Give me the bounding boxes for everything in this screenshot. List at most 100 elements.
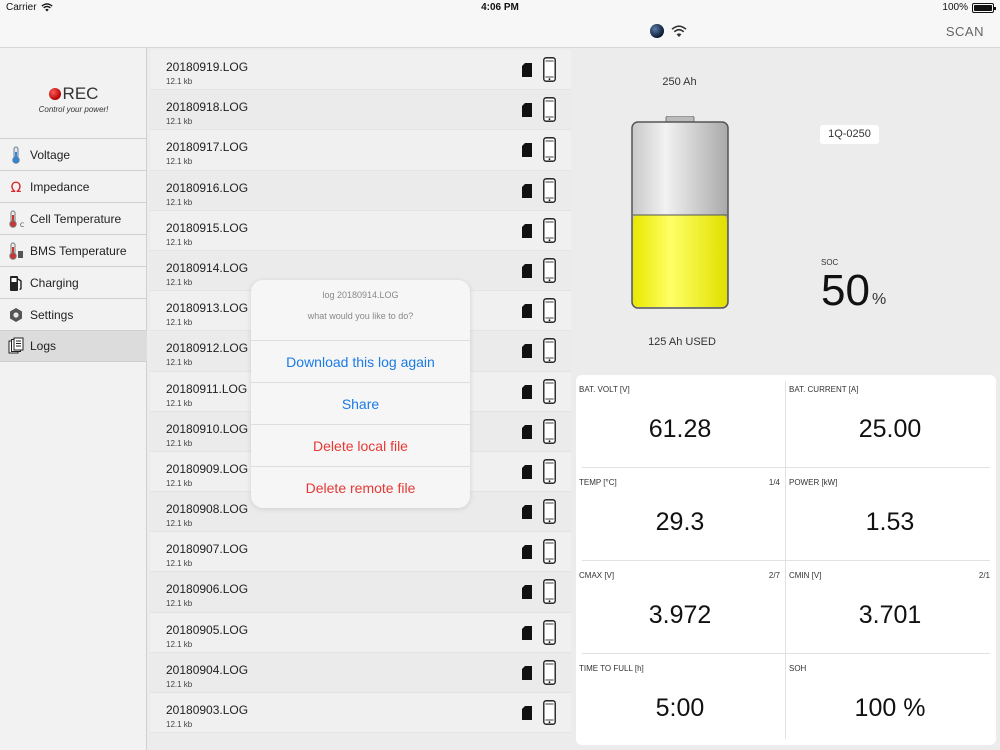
thermometer-bms-icon [8,242,24,260]
sidebar-item-cell-temperature[interactable]: C Cell Temperature [0,202,147,234]
log-file-row[interactable]: 20180906.LOG 12.1 kb [150,572,571,613]
rec-logo: REC Control your power! [0,84,147,134]
sd-card-icon [522,665,532,680]
battery-gauge [631,116,729,309]
log-file-size: 12.1 kb [166,720,193,729]
log-file-name: 20180916.LOG [166,180,249,195]
metric-label: CMAX [V] [579,571,615,580]
log-file-name: 20180914.LOG [166,260,249,275]
soc-value: 50 [821,266,870,315]
metric-power-kw: POWER [kW] 1.53 [786,468,994,560]
sd-card-icon [522,505,532,520]
log-file-size: 12.1 kb [166,639,193,649]
battery-panel: 250 Ah 125 Ah USED 1Q-0250 SOC 50 % [576,48,1000,373]
log-file-size: 12.1 kb [166,438,193,448]
log-file-row[interactable]: 20180907.LOG 12.1 kb [150,532,571,573]
log-file-row[interactable]: 20180917.LOG 12.1 kb [150,130,571,171]
sidebar-item-impedance[interactable]: Ω Impedance [0,170,147,202]
omega-icon: Ω [8,178,24,196]
phone-icon [543,338,556,364]
log-file-name: 20180918.LOG [166,100,249,115]
dialog-message: what would you like to do? [307,311,414,321]
logo-tagline: Control your power! [38,105,109,114]
sidebar-item-label: Logs [30,339,57,353]
log-file-name: 20180917.LOG [166,140,249,155]
log-file-row[interactable]: 20180918.LOG 12.1 kb [150,90,571,131]
log-file-name: 20180908.LOG [166,502,249,517]
hex-nut-icon [8,306,24,324]
metric-label: BAT. VOLT [V] [579,385,630,394]
metric-label: CMIN [V] [789,571,822,580]
log-file-size: 12.1 kb [166,519,193,529]
sidebar: REC Control your power! Voltage Ω Impedanc… [0,48,147,750]
sidebar-item-label: Cell Temperature [30,211,122,226]
log-file-row[interactable]: 20180919.LOG 12.1 kb [150,50,571,91]
metric-time-to-full-h: TIME TO FULL [h] 5:00 [576,654,784,746]
metric-bat-volt-v: BAT. VOLT [V] 61.28 [576,375,784,467]
metric-label: SOH [789,664,807,673]
log-file-row[interactable]: 20180904.LOG 12.1 kb [150,652,571,693]
svg-text:C: C [20,222,24,228]
status-bar: Carrier 4:06 PM 100% [0,0,1000,16]
metric-value: 5:00 [655,694,705,722]
sd-card-icon [522,424,532,439]
thermometer-blue-icon [8,146,24,164]
log-file-size: 12.1 kb [166,277,193,287]
log-file-size: 12.1 kb [166,237,193,247]
battery-used: 125 Ah USED [648,336,716,348]
metric-cmax-v: CMAX [V] 2/7 3.972 [576,561,784,653]
phone-icon [543,217,556,243]
sd-card-icon [522,545,532,560]
metric-value: 61.28 [648,415,712,443]
sidebar-item-logs[interactable]: Logs [0,330,147,362]
phone-icon [543,579,556,605]
log-file-name: 20180905.LOG [166,622,249,637]
metric-value: 3.701 [858,601,922,629]
sidebar-item-voltage[interactable]: Voltage [0,138,147,170]
logo-brand-text: REC [62,84,99,103]
sd-card-icon [522,625,532,640]
phone-icon [543,659,556,685]
battery-percent: 100% [942,2,968,13]
log-file-row[interactable]: 20180916.LOG 12.1 kb [150,170,571,211]
log-file-row[interactable]: 20180903.LOG 12.1 kb [150,693,571,734]
log-file-name: 20180903.LOG [166,703,249,717]
log-file-name: 20180910.LOG [166,421,249,436]
metric-label: POWER [kW] [789,478,838,487]
log-file-row[interactable]: 20180915.LOG 12.1 kb [150,210,571,251]
delete-local-button[interactable]: Delete local file [251,424,470,466]
download-log-button[interactable]: Download this log again [251,340,470,382]
phone-icon [543,619,556,645]
wifi-icon [671,25,687,37]
phone-icon [543,539,556,565]
sidebar-item-settings[interactable]: Settings [0,298,147,330]
log-file-row[interactable]: 20180905.LOG 12.1 kb [150,612,571,653]
metric-soh: SOH 100 % [786,654,994,746]
phone-icon [543,499,556,524]
sidebar-item-bms-temperature[interactable]: BMS Temperature [0,234,147,266]
log-file-name: 20180906.LOG [166,582,249,597]
battery-fill [633,215,727,307]
share-button[interactable]: Share [251,382,470,424]
battery-serial-badge: 1Q-0250 [820,125,879,144]
log-action-dialog: log 20180914.LOG what would you like to … [251,280,470,508]
sd-card-icon [522,63,532,77]
log-file-size: 12.1 kb [166,197,193,207]
metric-value: 100 % [854,694,926,722]
phone-icon [543,418,556,444]
battery-icon [972,2,996,13]
phone-icon [543,97,556,123]
log-file-name: 20180907.LOG [166,542,249,557]
soc-unit: % [872,291,887,308]
log-file-size: 12.1 kb [166,77,193,86]
sidebar-item-label: Voltage [30,147,71,162]
phone-icon [543,57,556,82]
sidebar-item-charging[interactable]: Charging [0,266,147,298]
phone-icon [543,177,556,203]
connection-status-icon [650,24,664,38]
log-file-size: 12.1 kb [166,117,193,127]
sd-card-icon [522,585,532,600]
sd-card-icon [522,706,532,720]
delete-remote-button[interactable]: Delete remote file [251,466,470,508]
scan-button[interactable]: SCAN [946,24,984,39]
